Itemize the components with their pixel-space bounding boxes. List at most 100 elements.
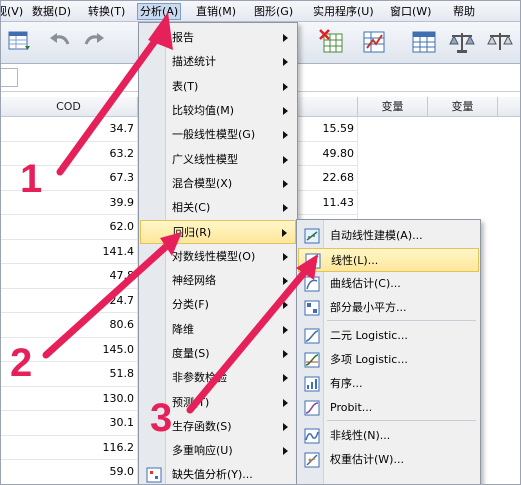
menu-item-label: 预测(T): [172, 395, 210, 409]
cod-cell[interactable]: 47.8: [0, 264, 138, 289]
submenu-arrow-icon: [283, 325, 288, 334]
cell-editor-input[interactable]: [0, 68, 18, 87]
menu-item-label: 多重响应(U): [172, 444, 233, 458]
menu-data[interactable]: 数据(D): [30, 3, 73, 20]
menu-analyze[interactable]: 分析(A): [137, 3, 182, 20]
regression-menu-item[interactable]: 非线性(N)...: [298, 424, 479, 448]
curve-estimation-icon: [304, 276, 320, 292]
value-labels-icon[interactable]: [410, 28, 438, 56]
menu-item-label: 二元 Logistic...: [330, 329, 408, 342]
menu-item-label: 线性(L)...: [331, 254, 379, 267]
menu-view[interactable]: 视(V): [0, 3, 25, 20]
regression-submenu: 自动线性建模(A)... 线性(L)... 曲线估计(C)... 部分最小平方... 二…: [296, 219, 481, 485]
value-cell[interactable]: 49.80: [298, 141, 358, 166]
cod-cell[interactable]: 80.6: [0, 313, 138, 338]
menu-transform[interactable]: 转换(T): [86, 3, 127, 20]
weight-estimation-icon: [304, 452, 320, 468]
submenu-arrow-icon: [283, 349, 288, 358]
cod-cell[interactable]: 59.0: [0, 460, 138, 485]
analyze-menu-item[interactable]: 分类(F): [140, 293, 296, 317]
cod-cell[interactable]: 130.0: [0, 386, 138, 411]
value-cell[interactable]: 15.59: [298, 117, 358, 142]
regression-menu-item[interactable]: 多项 Logistic...: [298, 348, 479, 372]
menu-item-label: 缺失值分析(Y)...: [172, 468, 253, 482]
menu-item-label: 非线性(N)...: [330, 429, 391, 442]
value-cell[interactable]: 11.43: [298, 190, 358, 215]
regression-menu-item[interactable]: Probit...: [298, 396, 479, 420]
analyze-menu-item[interactable]: 多重响应(U): [140, 439, 296, 463]
submenu-arrow-icon: [283, 58, 288, 67]
submenu-arrow-icon: [283, 398, 288, 407]
regression-menu-item[interactable]: 有序...: [298, 372, 479, 396]
missing-values-icon: [146, 467, 162, 483]
open-data-icon[interactable]: [6, 28, 34, 56]
column-header-var1[interactable]: 变量: [358, 97, 428, 117]
menu-item-label: 神经网络: [172, 274, 216, 287]
submenu-arrow-icon: [283, 131, 288, 140]
column-header-cod[interactable]: COD: [0, 97, 138, 117]
binary-logistic-icon: [304, 328, 320, 344]
menu-item-label: 混合模型(X): [172, 176, 233, 190]
cod-cell[interactable]: 30.1: [0, 411, 138, 436]
regression-menu-item[interactable]: 二元 Logistic...: [298, 324, 479, 348]
value-cell[interactable]: 22.68: [298, 166, 358, 191]
regression-menu-item[interactable]: 自动线性建模(A)...: [298, 224, 479, 248]
delete-cases-icon[interactable]: [318, 28, 346, 56]
redo-icon[interactable]: [80, 28, 108, 56]
analyze-menu-item[interactable]: 回归(R): [140, 220, 296, 245]
regression-menu-item[interactable]: 部分最小平方...: [298, 296, 479, 320]
analyze-menu-item[interactable]: 降维: [140, 318, 296, 342]
menu-item-label: 降维: [172, 322, 194, 336]
analyze-menu-item[interactable]: 相关(C): [140, 196, 296, 220]
analyze-menu-item[interactable]: 神经网络: [140, 269, 296, 293]
analyze-menu-item[interactable]: 对数线性模型(O): [140, 245, 296, 269]
analyze-menu-item[interactable]: 度量(S): [140, 342, 296, 366]
analyze-menu-item[interactable]: 广义线性模型: [140, 148, 296, 172]
menu-item-label: 描述统计: [172, 55, 216, 69]
nonlinear-icon: [304, 428, 320, 444]
ordinal-icon: [304, 376, 320, 392]
regression-menu-item[interactable]: 权重估计(W)...: [298, 448, 479, 472]
menu-item-label: 曲线估计(C)...: [330, 277, 401, 290]
analyze-menu-item[interactable]: 表(T): [140, 75, 296, 99]
analyze-menu-item[interactable]: 缺失值分析(Y)...: [140, 463, 296, 485]
analyze-menu-item[interactable]: 描述统计: [140, 50, 296, 74]
cod-cell[interactable]: 141.4: [0, 239, 138, 264]
menu-item-label: 权重估计(W)...: [330, 453, 404, 466]
analyze-menu-item[interactable]: 报告: [140, 26, 296, 50]
cod-cell[interactable]: 62.0: [0, 215, 138, 240]
multinomial-logistic-icon: [304, 352, 320, 368]
analyze-menu-item[interactable]: 混合模型(X): [140, 172, 296, 196]
partial-least-squares-icon: [304, 300, 320, 316]
menu-window[interactable]: 窗口(W): [388, 3, 433, 20]
step-number-3: 3: [150, 396, 173, 440]
scale-icon[interactable]: [486, 28, 514, 56]
probit-icon: [304, 400, 320, 416]
analyze-menu-item[interactable]: 非参数检验: [140, 366, 296, 390]
column-header-var3[interactable]: [498, 97, 521, 117]
submenu-arrow-icon: [283, 155, 288, 164]
menu-item-label: 报告: [172, 31, 194, 44]
cod-cell[interactable]: 24.7: [0, 288, 138, 313]
regression-menu-item[interactable]: 线性(L)...: [298, 248, 479, 272]
menu-item-label: 多项 Logistic...: [330, 353, 408, 366]
menu-help[interactable]: 帮助: [451, 3, 477, 20]
undo-icon[interactable]: [46, 28, 74, 56]
column-header-var2[interactable]: 变量: [428, 97, 498, 117]
menu-utilities[interactable]: 实用程序(U): [311, 3, 376, 20]
linear-icon: [305, 253, 321, 269]
submenu-arrow-icon: [283, 204, 288, 213]
split-file-icon[interactable]: [360, 28, 388, 56]
cod-cell[interactable]: 34.7: [0, 117, 138, 142]
weight-cases-icon[interactable]: [448, 28, 476, 56]
regression-menu-item[interactable]: 曲线估计(C)...: [298, 272, 479, 296]
menu-item-label: 表(T): [172, 79, 199, 93]
analyze-menu-item[interactable]: 一般线性模型(G): [140, 123, 296, 147]
menu-graphs[interactable]: 图形(G): [252, 3, 295, 20]
submenu-arrow-icon: [283, 301, 288, 310]
analyze-menu-item[interactable]: 比较均值(M): [140, 99, 296, 123]
menu-direct-marketing[interactable]: 直销(M): [194, 3, 238, 20]
menu-item-label: 分类(F): [172, 298, 209, 312]
menu-separator: [327, 320, 476, 321]
cod-cell[interactable]: 116.2: [0, 435, 138, 460]
